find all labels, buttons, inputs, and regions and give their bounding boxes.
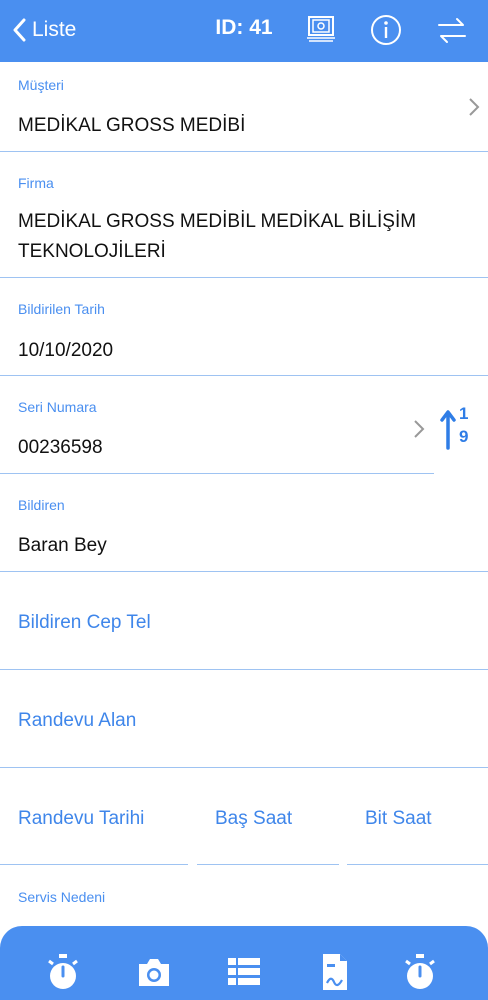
firma-value-line2: TEKNOLOJİLERİ bbox=[18, 241, 166, 262]
musteri-label: Müşteri bbox=[18, 77, 64, 93]
bildirilen-tarih-label: Bildirilen Tarih bbox=[18, 301, 105, 317]
bas-saat-input[interactable]: Baş Saat bbox=[215, 808, 292, 830]
servis-nedeni-field[interactable]: Servis Nedeni bbox=[0, 865, 488, 926]
bildiren-field[interactable]: Bildiren Baran Bey bbox=[0, 474, 488, 571]
document-signature-icon[interactable] bbox=[314, 952, 354, 992]
musteri-value: MEDİKAL GROSS MEDİBİ bbox=[18, 115, 246, 136]
bildiren-value: Baran Bey bbox=[18, 535, 107, 556]
divider bbox=[0, 669, 488, 670]
camera-icon[interactable] bbox=[134, 952, 174, 992]
firma-label: Firma bbox=[18, 175, 54, 191]
firma-value-line1: MEDİKAL GROSS MEDİBİL MEDİKAL BİLİŞİM bbox=[18, 211, 417, 232]
divider bbox=[0, 767, 488, 768]
bildirilen-tarih-value: 10/10/2020 bbox=[18, 340, 114, 361]
divider bbox=[0, 571, 488, 572]
randevu-tarihi-input[interactable]: Randevu Tarihi bbox=[18, 808, 144, 830]
bildirilen-tarih-field[interactable]: Bildirilen Tarih 10/10/2020 bbox=[0, 278, 488, 375]
sort-digit-bottom: 9 bbox=[459, 427, 469, 446]
servis-nedeni-label: Servis Nedeni bbox=[18, 889, 106, 905]
swap-arrows-icon[interactable] bbox=[435, 13, 469, 47]
list-icon[interactable] bbox=[224, 952, 264, 992]
bildiren-label: Bildiren bbox=[18, 497, 65, 513]
seri-numara-label: Seri Numara bbox=[18, 399, 97, 415]
bottom-toolbar bbox=[0, 926, 488, 1000]
chevron-right-icon bbox=[414, 420, 425, 438]
seri-numara-field[interactable]: Seri Numara 00236598 bbox=[0, 376, 434, 473]
firma-field[interactable]: Firma MEDİKAL GROSS MEDİBİL MEDİKAL BİLİ… bbox=[0, 152, 488, 277]
chevron-right-icon bbox=[469, 98, 480, 116]
sort-digit-top: 1 bbox=[459, 404, 469, 423]
back-chevron-icon bbox=[13, 18, 26, 42]
stopwatch-icon[interactable] bbox=[400, 952, 440, 992]
randevu-alan-input[interactable]: Randevu Alan bbox=[18, 710, 136, 732]
stopwatch-icon[interactable] bbox=[43, 952, 83, 992]
photos-icon[interactable] bbox=[304, 13, 338, 47]
back-button[interactable]: Liste bbox=[12, 14, 76, 46]
sort-ascending-button[interactable]: 1 9 bbox=[440, 404, 476, 452]
musteri-field[interactable]: Müşteri MEDİKAL GROSS MEDİBİ bbox=[0, 62, 488, 152]
sort-ascending-icon bbox=[440, 410, 456, 450]
back-button-label: Liste bbox=[32, 18, 77, 41]
bildiren-cep-tel-input[interactable]: Bildiren Cep Tel bbox=[18, 612, 151, 634]
info-icon[interactable] bbox=[369, 13, 403, 47]
bit-saat-input[interactable]: Bit Saat bbox=[365, 808, 432, 830]
navigation-bar: Liste ID: 41 bbox=[0, 0, 488, 62]
seri-numara-value: 00236598 bbox=[18, 437, 103, 458]
